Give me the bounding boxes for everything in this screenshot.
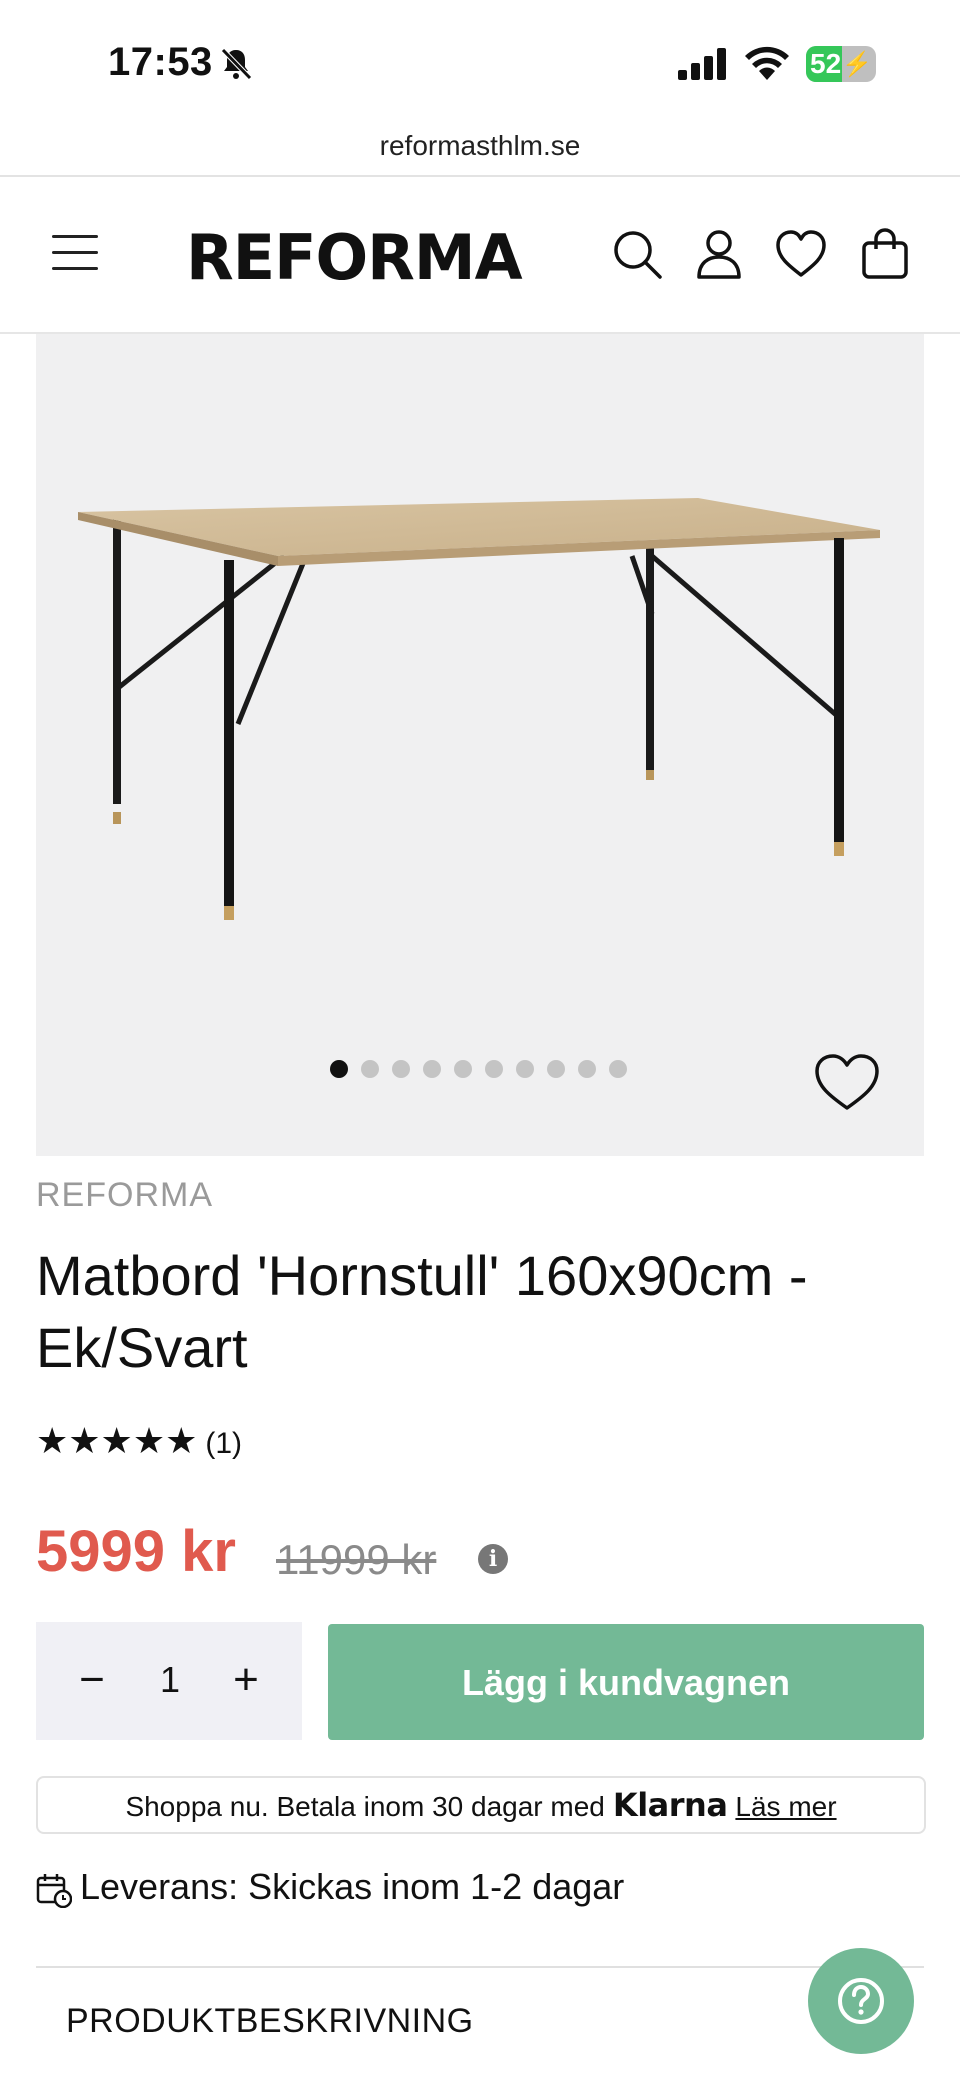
- product-image-gallery[interactable]: [36, 334, 924, 1156]
- search-icon[interactable]: [610, 227, 664, 281]
- site-logo[interactable]: REFORMA: [186, 221, 523, 294]
- klarna-text: Shoppa nu. Betala inom 30 dagar med: [125, 1791, 605, 1822]
- gallery-dot[interactable]: [392, 1060, 410, 1078]
- gallery-dot[interactable]: [578, 1060, 596, 1078]
- battery-indicator: 52 ⚡: [806, 46, 876, 82]
- gallery-dot[interactable]: [485, 1060, 503, 1078]
- gallery-dot[interactable]: [547, 1060, 565, 1078]
- bell-muted-icon: [221, 48, 252, 80]
- review-count: (1): [205, 1427, 243, 1460]
- product-title: Matbord 'Hornstull' 160x90cm - Ek/Svart: [36, 1244, 808, 1379]
- product-description-accordion[interactable]: PRODUKTBESKRIVNING: [66, 2002, 474, 2041]
- price-info-icon[interactable]: i: [478, 1544, 508, 1574]
- gallery-dot[interactable]: [516, 1060, 534, 1078]
- status-bar: 17:53 52 ⚡: [0, 0, 960, 120]
- hamburger-line: [52, 267, 98, 270]
- question-icon: [838, 1978, 884, 2024]
- account-icon[interactable]: [692, 227, 746, 281]
- gallery-dot[interactable]: [609, 1060, 627, 1078]
- decrease-quantity-button[interactable]: −: [72, 1652, 112, 1708]
- help-chat-button[interactable]: [808, 1948, 914, 2054]
- product-image-dining-table: [78, 498, 880, 920]
- add-to-cart-button[interactable]: Lägg i kundvagnen: [328, 1624, 924, 1740]
- gallery-dot[interactable]: [423, 1060, 441, 1078]
- address-bar-url[interactable]: reformasthlm.se: [0, 130, 960, 162]
- quantity-value[interactable]: 1: [148, 1652, 192, 1708]
- add-to-wishlist-heart-icon[interactable]: [812, 1052, 882, 1114]
- quantity-stepper: − 1 +: [36, 1622, 302, 1740]
- product-rating[interactable]: ★★★★★ (1): [36, 1420, 242, 1462]
- original-price: 11999 kr: [276, 1536, 437, 1583]
- klarna-read-more-link[interactable]: Läs mer: [735, 1791, 836, 1822]
- hamburger-line: [52, 235, 98, 238]
- site-header: REFORMA: [0, 177, 960, 332]
- klarna-logo: Klarna: [612, 1786, 728, 1824]
- delivery-info: Leverans: Skickas inom 1-2 dagar: [80, 1866, 625, 1907]
- status-time: 17:53: [108, 40, 213, 84]
- gallery-dot[interactable]: [330, 1060, 348, 1078]
- klarna-banner[interactable]: Shoppa nu. Betala inom 30 dagar med Klarn…: [36, 1776, 926, 1834]
- wishlist-heart-icon[interactable]: [774, 227, 828, 281]
- gallery-dot[interactable]: [454, 1060, 472, 1078]
- hamburger-line: [52, 251, 98, 254]
- rating-stars: ★★★★★: [36, 1420, 198, 1461]
- calendar-clock-icon: [36, 1874, 72, 1908]
- sale-price: 5999 kr: [36, 1519, 236, 1584]
- menu-button[interactable]: [52, 235, 98, 271]
- divider: [36, 1966, 924, 1968]
- increase-quantity-button[interactable]: +: [226, 1652, 266, 1708]
- wifi-icon: [745, 46, 789, 80]
- product-brand[interactable]: REFORMA: [36, 1176, 213, 1215]
- shopping-bag-icon[interactable]: [858, 227, 912, 281]
- battery-percentage: 52: [810, 48, 842, 79]
- cellular-signal-icon: [678, 48, 726, 80]
- gallery-dot[interactable]: [361, 1060, 379, 1078]
- charging-bolt-icon: ⚡: [842, 51, 872, 78]
